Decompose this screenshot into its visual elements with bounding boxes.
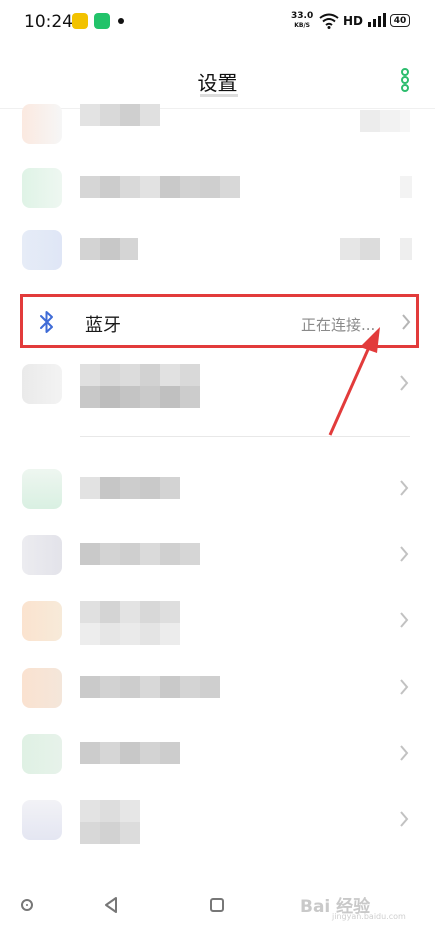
blurred-item-icon (22, 230, 62, 270)
annotation-arrow-icon (328, 327, 380, 436)
blurred-item-icon (22, 601, 62, 641)
home-nav-icon[interactable] (210, 898, 224, 912)
chevron-right-icon (400, 546, 409, 562)
blurred-item-icon (22, 104, 62, 144)
blurred-item-label (80, 601, 180, 623)
settings-item-blurred-9[interactable] (0, 720, 435, 786)
blurred-item-value (340, 238, 380, 260)
blurred-item-icon (22, 800, 62, 840)
blurred-item-icon (22, 734, 62, 774)
navigation-bar: Bai 经验 jingyan.baidu.com (0, 880, 435, 927)
blurred-item-label (80, 238, 138, 260)
network-speed: 33.0 KB/S (291, 11, 314, 29)
blurred-item-label (80, 364, 200, 386)
blurred-item-label (80, 800, 140, 822)
battery-indicator: 40 (390, 14, 410, 27)
blurred-item-sublabel (80, 386, 200, 408)
blurred-item-icon (22, 469, 62, 509)
settings-item-blurred-1[interactable] (0, 90, 435, 156)
chevron-right-icon (400, 375, 409, 391)
bluetooth-icon (40, 311, 53, 333)
status-time: 10:24 (24, 12, 73, 32)
wifi-icon (319, 13, 339, 29)
blurred-item-icon (22, 364, 62, 404)
blurred-item-icon (22, 168, 62, 208)
blurred-item-label (80, 543, 200, 565)
settings-item-blurred-7[interactable] (0, 587, 435, 653)
chevron-right-icon (400, 811, 409, 827)
settings-item-blurred-2[interactable] (0, 154, 435, 220)
chevron-right-icon (400, 745, 409, 761)
back-nav-icon[interactable] (102, 895, 120, 915)
settings-item-blurred-3[interactable] (0, 216, 435, 282)
network-type: HD (343, 14, 364, 28)
chevron-right-icon (400, 612, 409, 628)
blurred-item-label (80, 742, 180, 764)
status-bar: 10:24 33.0 KB/S HD 40 (0, 0, 435, 44)
blurred-item-label (80, 104, 160, 126)
more-options-icon[interactable] (398, 68, 412, 92)
cellular-signal-icon (368, 13, 386, 27)
bluetooth-label: 蓝牙 (85, 315, 121, 336)
settings-item-blurred-6[interactable] (0, 521, 435, 587)
blurred-item-sublabel (80, 623, 180, 645)
chevron-right-icon (402, 314, 411, 330)
assistant-nav-icon[interactable] (21, 899, 33, 911)
blurred-item-label (80, 477, 180, 499)
chevron-right-icon (400, 480, 409, 496)
blurred-item-value (400, 176, 412, 198)
settings-item-blurred-10[interactable] (0, 786, 435, 852)
notification-app-icon-2 (94, 13, 110, 29)
notification-app-icon (72, 13, 88, 29)
blurred-item-chevron-blur (400, 238, 412, 260)
blurred-item-label (80, 676, 220, 698)
watermark-url: jingyan.baidu.com (332, 912, 406, 921)
settings-item-blurred-8[interactable] (0, 654, 435, 720)
notification-dot-icon (118, 18, 124, 24)
settings-item-blurred-5[interactable] (0, 455, 435, 521)
blurred-item-icon (22, 668, 62, 708)
blurred-item-label (80, 176, 240, 198)
blurred-item-icon (22, 535, 62, 575)
blurred-item-value (360, 110, 410, 132)
chevron-right-icon (400, 679, 409, 695)
blurred-item-sublabel (80, 822, 140, 844)
